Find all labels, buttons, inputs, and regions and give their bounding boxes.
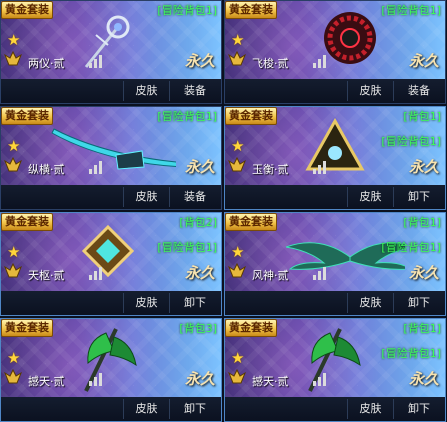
- bag-tag: [背包1]: [403, 110, 441, 123]
- skin-button[interactable]: 皮肤: [347, 187, 393, 207]
- rank-emblem-icon: [4, 157, 22, 172]
- item-card[interactable]: 黄金套装 [背包3] ★ 撼天·贰 永久 皮肤 卸下: [0, 318, 222, 422]
- equip-button[interactable]: 装备: [169, 187, 220, 207]
- button-row: 皮肤 卸下: [225, 185, 445, 209]
- rank-emblem-icon: [4, 369, 22, 384]
- gold-set-tag: 黄金套装: [225, 1, 277, 19]
- item-card[interactable]: 黄金套装 [冒险背包1] ★ 飞梭·贰 永久 皮肤 装备: [224, 0, 446, 104]
- item-name: 撼天·贰: [28, 375, 65, 388]
- gold-set-tag: 黄金套装: [1, 319, 53, 337]
- item-card[interactable]: 黄金套装 [背包1] [冒险背包1] ★ 撼天·贰 永久 皮肤 卸下: [224, 318, 446, 422]
- bag-tag: [背包1]: [403, 216, 441, 229]
- duration-label: 永久: [184, 158, 215, 176]
- rank-emblem-icon: [228, 157, 246, 172]
- bag-tag: [冒险背包1]: [157, 4, 217, 17]
- duration-label: 永久: [408, 264, 439, 282]
- rank-emblem-icon: [228, 51, 246, 66]
- pyramid-icon: [305, 117, 365, 171]
- duration-label: 永久: [184, 370, 215, 388]
- skin-button[interactable]: 皮肤: [347, 293, 393, 313]
- item-name: 两仪·贰: [28, 57, 65, 70]
- item-card[interactable]: 黄金套装 [背包2] [冒险背包1] ★ 天枢·贰 永久 皮肤 卸下: [0, 212, 222, 316]
- star-icon: ★: [7, 137, 21, 155]
- unequip-button[interactable]: 卸下: [393, 187, 444, 207]
- battle-axe-icon: [308, 328, 361, 392]
- skin-button[interactable]: 皮肤: [123, 187, 169, 207]
- gold-set-tag: 黄金套装: [225, 213, 277, 231]
- inventory-grid: 黄金套装 [冒险背包1] ★ 两仪·贰 永久 皮肤 装备 黄金套装 [冒险背包1…: [0, 0, 447, 422]
- button-row: 皮肤 装备: [1, 79, 221, 103]
- item-name: 纵横·贰: [28, 163, 65, 176]
- disc-blade-icon: [324, 12, 376, 64]
- gold-set-tag: 黄金套装: [1, 213, 53, 231]
- battle-axe-icon: [84, 328, 137, 392]
- gold-set-tag: 黄金套装: [1, 107, 53, 125]
- rank-emblem-icon: [228, 369, 246, 384]
- signal-bars-icon: [89, 160, 105, 174]
- bag-tag: [冒险背包1]: [381, 135, 441, 148]
- signal-bars-icon: [313, 266, 329, 280]
- rank-emblem-icon: [4, 263, 22, 278]
- item-card[interactable]: 黄金套装 [冒险背包1] ★ 两仪·贰 永久 皮肤 装备: [0, 0, 222, 104]
- signal-bars-icon: [313, 372, 329, 386]
- button-row: 皮肤 卸下: [1, 291, 221, 315]
- signal-bars-icon: [89, 372, 105, 386]
- duration-label: 永久: [408, 52, 439, 70]
- button-row: 皮肤 卸下: [225, 397, 445, 421]
- duration-label: 永久: [408, 370, 439, 388]
- item-card[interactable]: 黄金套装 [背包1] [冒险背包1] ★ 玉衡·贰 永久 皮肤 卸下: [224, 106, 446, 210]
- item-card[interactable]: 黄金套装 [冒险背包1] ★ 纵横·贰 永久 皮肤 装备: [0, 106, 222, 210]
- skin-button[interactable]: 皮肤: [123, 81, 169, 101]
- star-icon: ★: [7, 243, 21, 261]
- ring-staff-icon: [84, 15, 130, 68]
- gold-set-tag: 黄金套装: [1, 1, 53, 19]
- skin-button[interactable]: 皮肤: [347, 399, 393, 419]
- button-row: 皮肤 装备: [1, 185, 221, 209]
- button-row: 皮肤 卸下: [1, 397, 221, 421]
- duration-label: 永久: [184, 52, 215, 70]
- diamond-emblem-icon: [81, 224, 135, 278]
- button-row: 皮肤 卸下: [225, 291, 445, 315]
- item-name: 撼天·贰: [252, 375, 289, 388]
- item-name: 飞梭·贰: [252, 57, 289, 70]
- item-name: 天枢·贰: [28, 269, 65, 282]
- duration-label: 永久: [408, 158, 439, 176]
- item-card[interactable]: 黄金套装 [背包1] [冒险背包1] ★ 风神·贰 永久 皮肤 卸下: [224, 212, 446, 316]
- signal-bars-icon: [89, 54, 105, 68]
- signal-bars-icon: [313, 160, 329, 174]
- star-icon: ★: [7, 31, 21, 49]
- bag-tag: [冒险背包1]: [157, 241, 217, 254]
- bag-tag: [冒险背包1]: [157, 110, 217, 123]
- star-icon: ★: [231, 137, 245, 155]
- skin-button[interactable]: 皮肤: [123, 293, 169, 313]
- equip-button[interactable]: 装备: [169, 81, 220, 101]
- unequip-button[interactable]: 卸下: [169, 399, 220, 419]
- item-name: 风神·贰: [252, 269, 289, 282]
- unequip-button[interactable]: 卸下: [393, 293, 444, 313]
- bag-tag: [背包2]: [179, 216, 217, 229]
- bag-tag: [背包1]: [403, 322, 441, 335]
- bag-tag: [冒险背包1]: [381, 4, 441, 17]
- rank-emblem-icon: [4, 51, 22, 66]
- gold-set-tag: 黄金套装: [225, 107, 277, 125]
- star-icon: ★: [231, 243, 245, 261]
- star-icon: ★: [231, 31, 245, 49]
- equip-button[interactable]: 装备: [393, 81, 444, 101]
- signal-bars-icon: [89, 266, 105, 280]
- unequip-button[interactable]: 卸下: [393, 399, 444, 419]
- bag-tag: [冒险背包1]: [381, 347, 441, 360]
- bag-tag: [冒险背包1]: [381, 241, 441, 254]
- item-name: 玉衡·贰: [252, 163, 289, 176]
- skin-button[interactable]: 皮肤: [123, 399, 169, 419]
- rank-emblem-icon: [228, 263, 246, 278]
- gold-set-tag: 黄金套装: [225, 319, 277, 337]
- star-icon: ★: [7, 349, 21, 367]
- skin-button[interactable]: 皮肤: [347, 81, 393, 101]
- button-row: 皮肤 装备: [225, 79, 445, 103]
- unequip-button[interactable]: 卸下: [169, 293, 220, 313]
- star-icon: ★: [231, 349, 245, 367]
- duration-label: 永久: [184, 264, 215, 282]
- signal-bars-icon: [313, 54, 329, 68]
- bag-tag: [背包3]: [179, 322, 217, 335]
